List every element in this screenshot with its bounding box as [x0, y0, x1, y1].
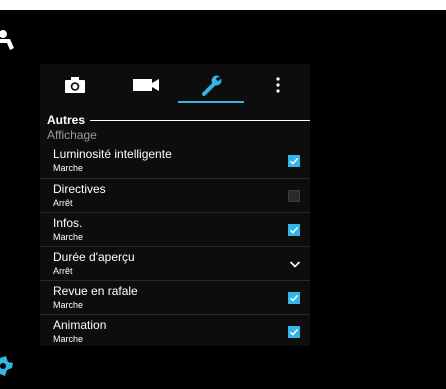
setting-title: Animation: [53, 318, 107, 332]
wrench-icon: [200, 73, 224, 102]
subheader-affichage: Affichage: [47, 128, 97, 142]
status-bar: [0, 0, 446, 10]
tab-more[interactable]: [258, 70, 298, 104]
setting-title: Directives: [53, 182, 106, 196]
camera-icon: [64, 76, 86, 99]
setting-subtitle: Arrêt: [53, 198, 73, 208]
gear-icon[interactable]: [0, 354, 14, 378]
section-divider: [90, 120, 310, 121]
luminosite-checkbox[interactable]: [288, 155, 300, 167]
setting-subtitle: Marche: [53, 232, 84, 242]
setting-row-infos[interactable]: Infos. Marche: [40, 212, 310, 246]
setting-title: Luminosité intelligente: [53, 147, 172, 161]
setting-row-directives[interactable]: Directives Arrêt: [40, 178, 310, 212]
tab-camera[interactable]: [50, 70, 100, 104]
setting-title: Revue en rafale: [53, 284, 138, 298]
setting-subtitle: Marche: [53, 334, 84, 344]
tab-video[interactable]: [118, 70, 174, 104]
setting-subtitle: Arrêt: [53, 266, 73, 276]
infos-checkbox[interactable]: [288, 224, 300, 236]
selected-tab-indicator: [178, 101, 244, 103]
more-vertical-icon: [276, 76, 280, 98]
animation-checkbox[interactable]: [288, 326, 300, 338]
setting-row-duree-apercu[interactable]: Durée d'aperçu Arrêt: [40, 246, 310, 280]
check-icon: [289, 157, 299, 165]
setting-title: Durée d'aperçu: [53, 250, 135, 264]
chevron-down-icon[interactable]: [288, 257, 302, 271]
settings-panel: Autres Affichage Luminosité intelligente…: [40, 64, 310, 346]
setting-row-revue-rafale[interactable]: Revue en rafale Marche: [40, 280, 310, 314]
check-icon: [289, 294, 299, 302]
section-title: Autres: [47, 113, 86, 127]
person-icon[interactable]: [0, 28, 16, 52]
setting-row-animation[interactable]: Animation Marche: [40, 314, 310, 346]
check-icon: [289, 226, 299, 234]
section-header: Autres: [47, 111, 310, 127]
setting-title: Infos.: [53, 216, 83, 230]
check-icon: [289, 328, 299, 336]
video-camera-icon: [133, 77, 159, 98]
revue-rafale-checkbox[interactable]: [288, 292, 300, 304]
settings-tabs: [40, 64, 310, 106]
directives-checkbox[interactable]: [288, 190, 300, 202]
setting-subtitle: Marche: [53, 300, 84, 310]
setting-subtitle: Marche: [53, 163, 84, 173]
setting-row-luminosite[interactable]: Luminosité intelligente Marche: [40, 144, 310, 178]
settings-list: Luminosité intelligente Marche Directive…: [40, 144, 310, 346]
tab-settings[interactable]: [180, 70, 244, 104]
